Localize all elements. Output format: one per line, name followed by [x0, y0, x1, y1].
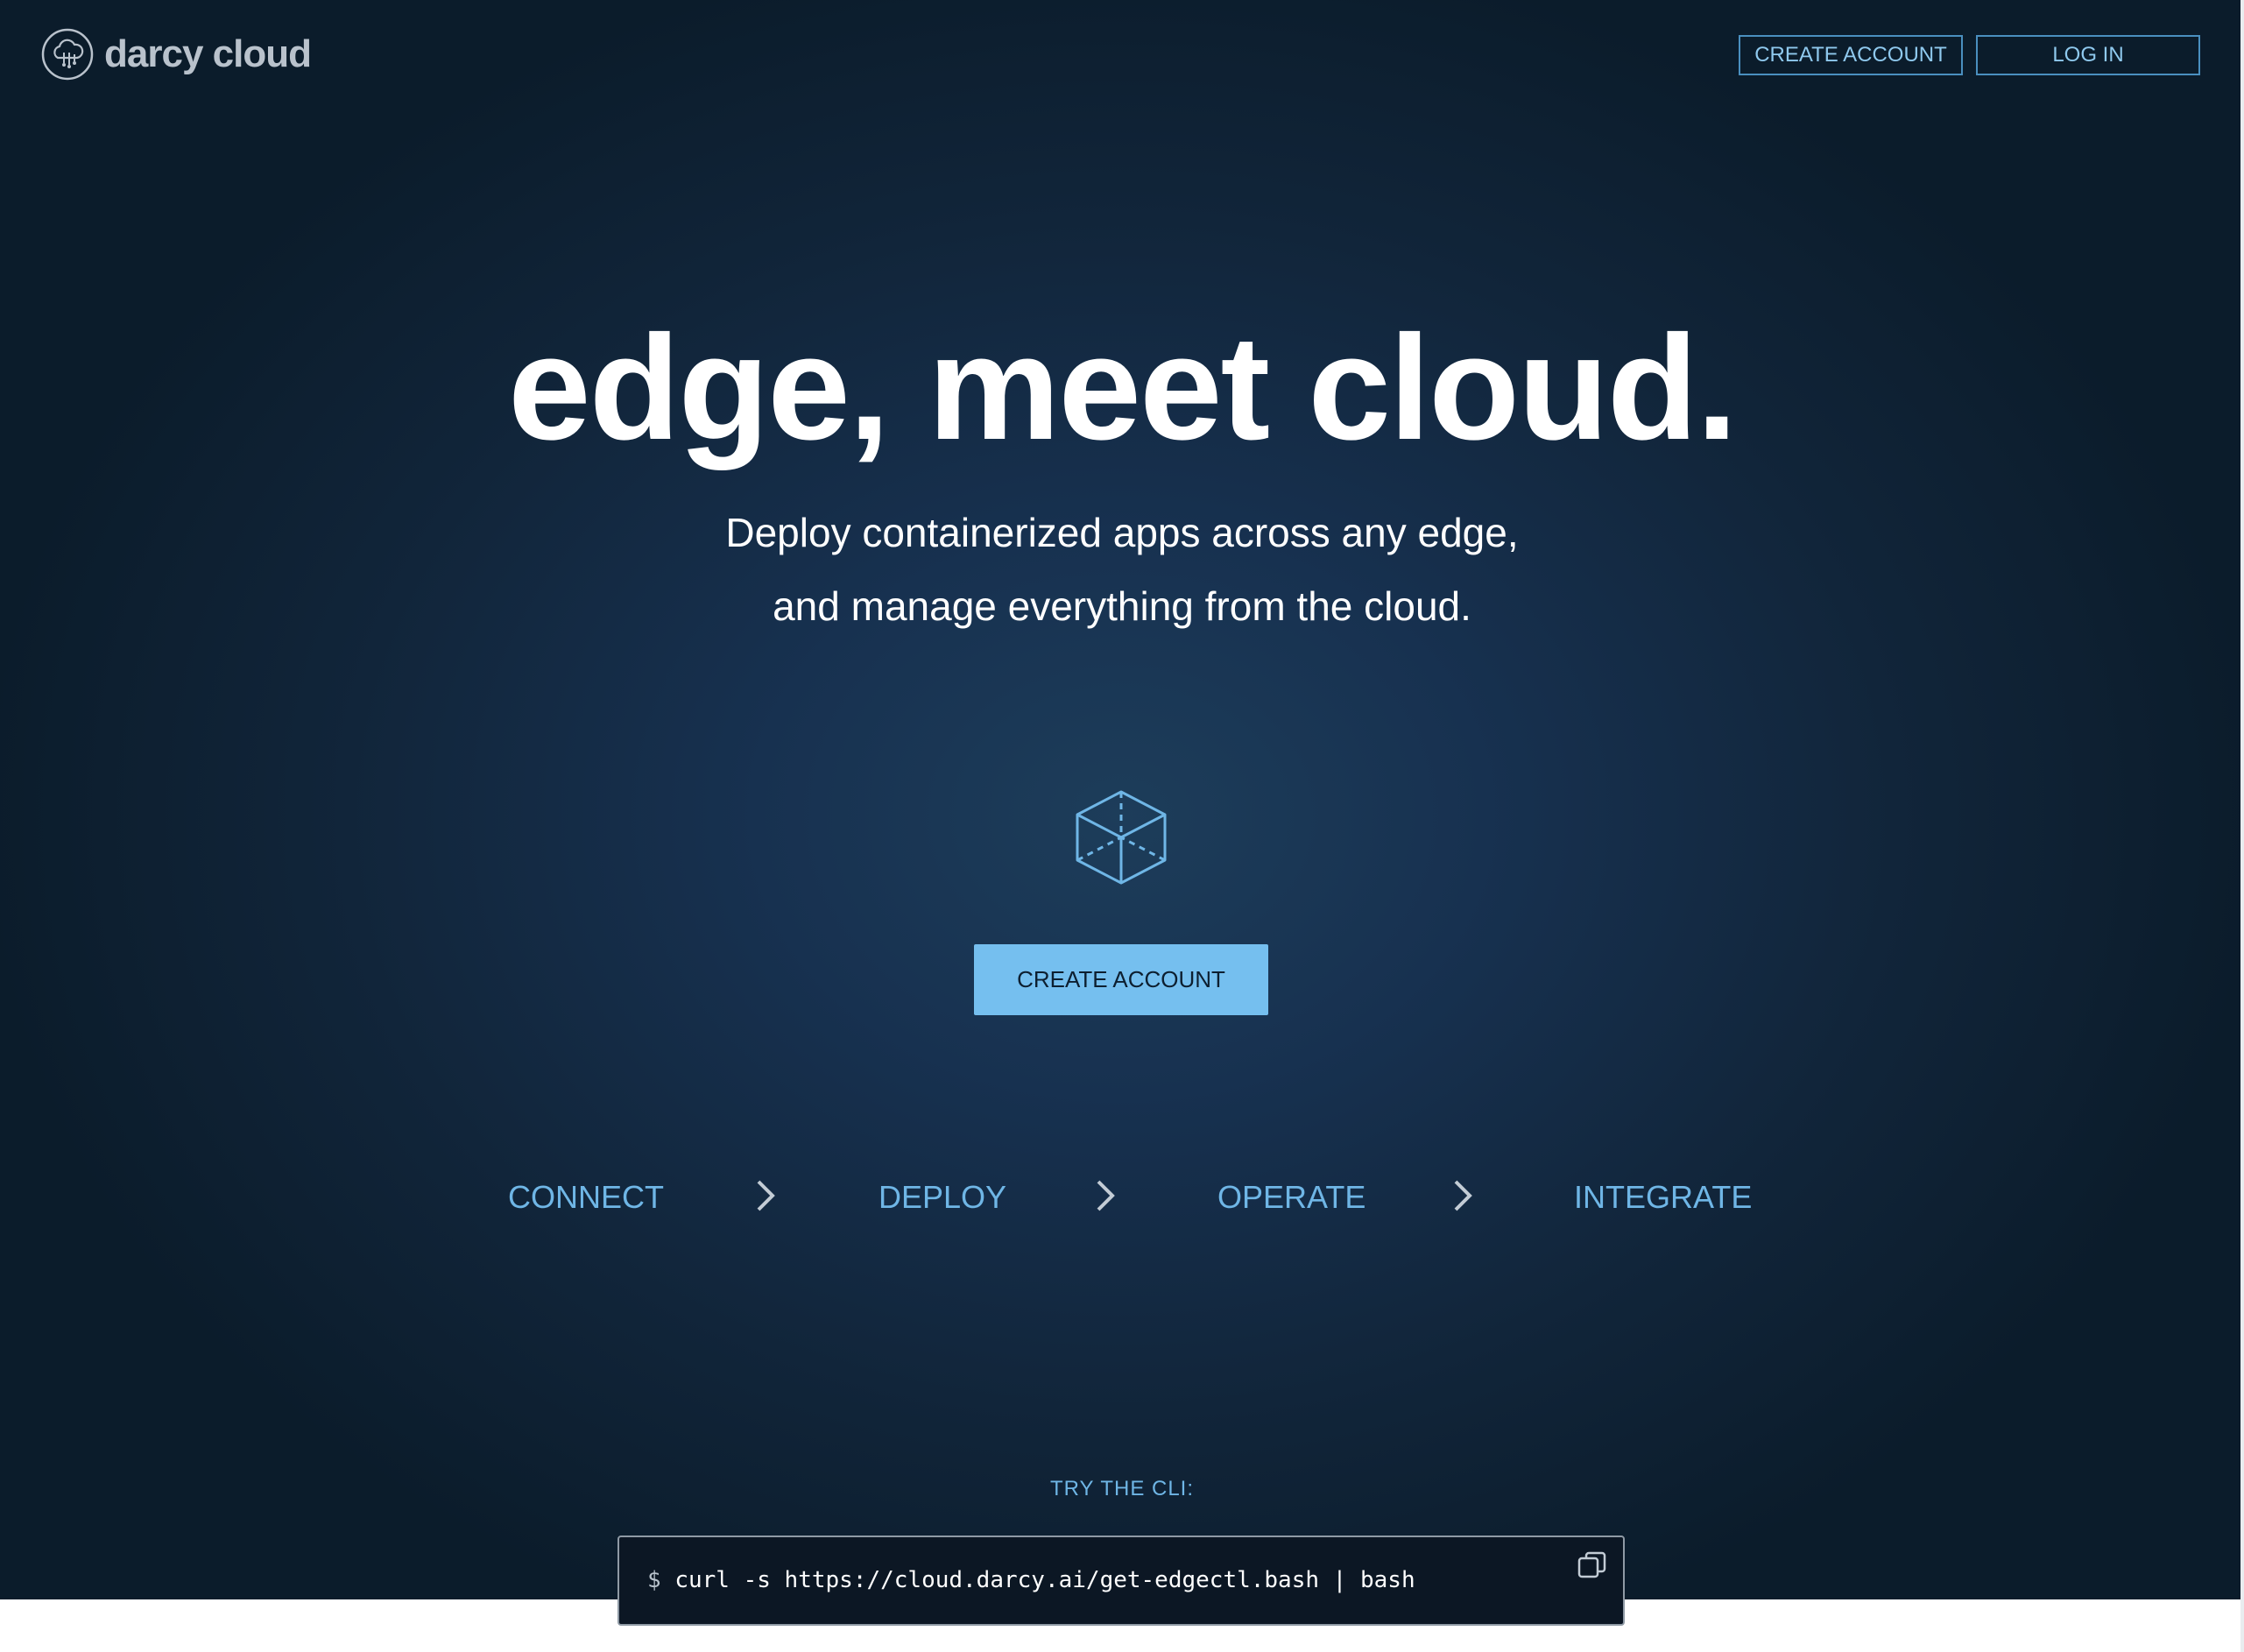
window-edge	[2240, 0, 2244, 1652]
hero-create-account-button[interactable]: CREATE ACCOUNT	[974, 944, 1268, 1015]
brand-name: darcy cloud	[104, 32, 312, 75]
cli-command[interactable]: curl -s https://cloud.darcy.ai/get-edgec…	[674, 1567, 1415, 1593]
copy-icon[interactable]	[1577, 1550, 1607, 1580]
cloud-logo-icon	[41, 28, 94, 81]
step-integrate[interactable]: INTEGRATE	[1574, 1175, 1752, 1219]
cli-command-box[interactable]: $ curl -s https://cloud.darcy.ai/get-edg…	[617, 1536, 1625, 1626]
hero-subline: and manage everything from the cloud.	[773, 583, 1471, 629]
cli-command-text[interactable]: $ curl -s https://cloud.darcy.ai/get-edg…	[647, 1567, 1415, 1593]
chevron-right-icon	[1097, 1180, 1115, 1211]
login-button[interactable]: LOG IN	[1976, 35, 2200, 75]
brand-logo[interactable]: darcy cloud	[41, 28, 312, 81]
hero-subline: Deploy containerized apps across any edg…	[725, 510, 1519, 555]
hero-headline: edge, meet cloud.	[508, 305, 1738, 471]
step-deploy[interactable]: DEPLOY	[879, 1175, 1006, 1219]
hero-section: darcy cloud CREATE ACCOUNT LOG IN edge, …	[0, 0, 2244, 1599]
chevron-right-icon	[1454, 1180, 1472, 1211]
cli-label: TRY THE CLI:	[1049, 1477, 1195, 1500]
step-operate[interactable]: OPERATE	[1217, 1175, 1365, 1219]
cube-icon	[1076, 790, 1167, 885]
cli-prompt: $	[647, 1567, 661, 1593]
step-connect[interactable]: CONNECT	[508, 1175, 664, 1219]
create-account-button[interactable]: CREATE ACCOUNT	[1739, 35, 1963, 75]
chevron-right-icon	[757, 1180, 775, 1211]
